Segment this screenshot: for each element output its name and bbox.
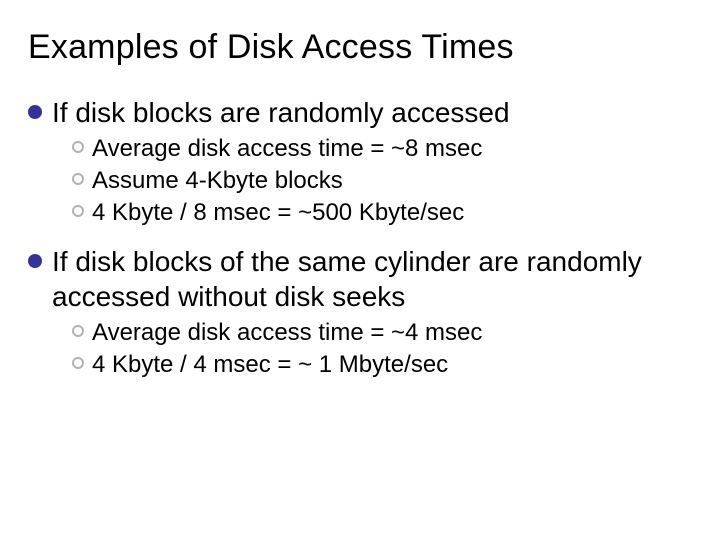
- slide: Examples of Disk Access Times If disk bl…: [0, 0, 720, 540]
- circle-bullet-icon: [72, 141, 84, 153]
- sub-bullet-item: Average disk access time = ~8 msec: [72, 134, 692, 164]
- sub-bullet-item: 4 Kbyte / 4 msec = ~ 1 Mbyte/sec: [72, 350, 692, 380]
- sub-bullet-item: Average disk access time = ~4 msec: [72, 318, 692, 348]
- sub-bullet-item: 4 Kbyte / 8 msec = ~500 Kbyte/sec: [72, 198, 692, 228]
- sub-list: Average disk access time = ~4 msec 4 Kby…: [72, 318, 692, 380]
- circle-bullet-icon: [72, 325, 84, 337]
- bullet-item: If disk blocks of the same cylinder are …: [28, 244, 692, 314]
- disc-bullet-icon: [28, 105, 42, 119]
- bullet-text: If disk blocks of the same cylinder are …: [52, 244, 692, 314]
- sub-bullet-item: Assume 4-Kbyte blocks: [72, 166, 692, 196]
- sub-bullet-text: Average disk access time = ~8 msec: [92, 134, 482, 164]
- circle-bullet-icon: [72, 357, 84, 369]
- circle-bullet-icon: [72, 173, 84, 185]
- slide-title: Examples of Disk Access Times: [28, 28, 692, 67]
- sub-bullet-text: Average disk access time = ~4 msec: [92, 318, 482, 348]
- sub-bullet-text: 4 Kbyte / 8 msec = ~500 Kbyte/sec: [92, 198, 464, 228]
- sub-bullet-text: 4 Kbyte / 4 msec = ~ 1 Mbyte/sec: [92, 350, 448, 380]
- sub-list: Average disk access time = ~8 msec Assum…: [72, 134, 692, 228]
- disc-bullet-icon: [28, 254, 42, 268]
- circle-bullet-icon: [72, 205, 84, 217]
- bullet-item: If disk blocks are randomly accessed: [28, 95, 692, 130]
- bullet-text: If disk blocks are randomly accessed: [52, 95, 510, 130]
- sub-bullet-text: Assume 4-Kbyte blocks: [92, 166, 343, 196]
